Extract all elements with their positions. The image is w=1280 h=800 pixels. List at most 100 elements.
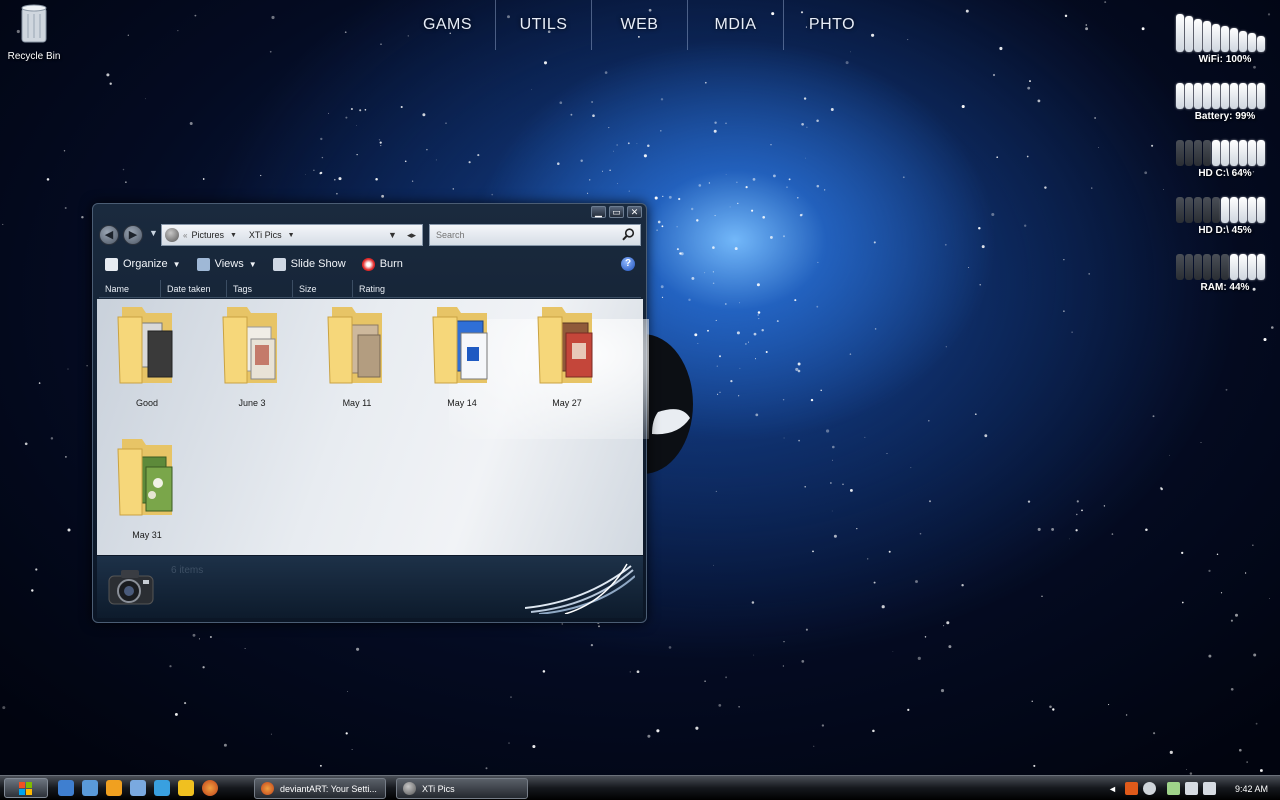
views-button[interactable]: Views ▼ [196,257,257,271]
folder-name: May 27 [552,398,582,408]
slideshow-button[interactable]: Slide Show [272,257,346,271]
network-icon[interactable] [1184,782,1198,795]
launcher-web[interactable]: WEB [592,0,688,50]
meter-bar [1257,35,1265,52]
start-button[interactable] [4,778,48,798]
recycle-bin-icon [21,4,47,43]
clock[interactable]: 9:42 AM [1235,784,1268,794]
help-button[interactable]: ? [621,257,635,271]
media-player-icon[interactable] [106,780,122,796]
column-rating[interactable]: Rating [353,280,423,297]
organize-button[interactable]: Organize ▼ [105,257,181,271]
organize-label: Organize [123,258,168,270]
meter-bar [1176,14,1184,52]
meter-bar [1221,26,1229,52]
hd-c-meter: HD C:\ 64% [1176,128,1274,179]
runner-icon[interactable] [178,780,194,796]
wifi-meter: WiFi: 100% [1176,14,1274,65]
recent-pages-dropdown[interactable]: ▼ [149,228,158,238]
folder-sepia-photos-icon [327,307,382,384]
folder-item[interactable]: May 11 [312,303,402,408]
hd-d-meter: HD D:\ 45% [1176,185,1274,236]
switch-windows-icon[interactable] [82,780,98,796]
firefox-icon [261,782,274,795]
launcher-photo[interactable]: PHTO [784,0,880,50]
window-controls: ▁ ▭ ✕ [591,206,642,218]
folder-item[interactable]: June 3 [207,303,297,408]
navigation-bar: ◀ ▶ ▼ « Pictures ▼ XTi Pics ▼ ▼ ◂▸ [99,224,641,246]
taskbar: deviantART: Your Setti... XTi Pics ◄ 9:4… [0,775,1280,800]
column-name[interactable]: Name [99,280,161,297]
meter-bar [1185,16,1193,52]
folder-location-icon [165,228,179,242]
show-desktop-icon[interactable] [58,780,74,796]
burn-button[interactable]: Burn [361,257,403,271]
meter-bar [1230,83,1238,109]
minimize-button[interactable]: ▁ [591,206,606,218]
meter-bar [1194,18,1202,52]
address-segment-pictures[interactable]: Pictures [191,230,224,240]
launcher-games[interactable]: GAMS [400,0,496,50]
meter-bar [1230,140,1238,166]
taskbar-button-deviantart[interactable]: deviantART: Your Setti... [254,778,386,799]
windows-logo-icon [19,782,32,795]
chevron-down-icon: ▼ [172,259,181,269]
meter-bar [1203,140,1211,166]
taskbar-button-xti-pics[interactable]: XTi Pics [396,778,528,799]
meter-bar [1194,83,1202,109]
folder-name: May 31 [132,530,162,540]
hd-c-label: HD C:\ 64% [1198,168,1252,179]
meter-bar [1239,140,1247,166]
folder-item[interactable]: Good [102,303,192,408]
hourglass-icon[interactable] [154,780,170,796]
folder-bw-photos-icon [117,307,173,384]
camera-icon [108,570,154,605]
folder-name: June 3 [238,398,266,408]
folder-flower-photos-icon [117,439,173,516]
forward-button[interactable]: ▶ [123,225,143,245]
address-overflow[interactable]: « [183,231,187,240]
folder-item[interactable]: May 31 [102,435,192,540]
address-controls: ▼ ◂▸ [388,230,416,241]
tray-expand-arrow[interactable]: ◄ [1108,784,1117,794]
address-segment-xti-pics[interactable]: XTi Pics [249,230,282,240]
hd-d-bars [1176,185,1274,223]
views-icon [196,257,210,271]
slideshow-icon [272,257,286,271]
volume-icon[interactable] [1202,782,1216,795]
search-icon[interactable] [622,228,635,241]
launcher-media[interactable]: MDIA [688,0,784,50]
task-label: XTi Pics [422,783,455,794]
meter-bar [1212,83,1220,109]
refresh-icon[interactable]: ◂▸ [407,230,416,241]
meter-bar [1257,254,1265,280]
firefox-icon[interactable] [202,780,218,796]
search-input[interactable] [429,224,641,246]
calculator-icon[interactable] [130,780,146,796]
back-button[interactable]: ◀ [99,225,119,245]
launcher-utils[interactable]: UTILS [496,0,592,50]
column-size[interactable]: Size [293,280,353,297]
column-date-taken[interactable]: Date taken [161,280,227,297]
battery-meter: Battery: 99% [1176,71,1274,122]
meter-bar [1239,83,1247,109]
system-tray: ◄ 9:42 AM [1108,776,1280,800]
meter-bar [1239,30,1247,52]
column-tags[interactable]: Tags [227,280,293,297]
close-button[interactable]: ✕ [627,206,642,218]
meter-bar [1203,83,1211,109]
app-tray-icon[interactable] [1124,782,1138,795]
address-bar[interactable]: « Pictures ▼ XTi Pics ▼ ▼ ◂▸ [161,224,423,246]
folder-item[interactable]: May 27 [522,303,612,408]
address-history-icon[interactable]: ▼ [388,230,397,241]
phone-icon[interactable] [1166,782,1180,795]
steam-icon[interactable] [1142,782,1156,795]
maximize-button[interactable]: ▭ [609,206,624,218]
wifi-bars [1176,14,1274,52]
recycle-bin-shortcut[interactable]: Recycle Bin [6,2,62,62]
chevron-down-icon[interactable]: ▼ [288,232,295,239]
folder-item[interactable]: May 14 [417,303,507,408]
chevron-down-icon[interactable]: ▼ [230,232,237,239]
organize-icon [105,257,118,271]
details-pane: 6 items [97,556,643,618]
